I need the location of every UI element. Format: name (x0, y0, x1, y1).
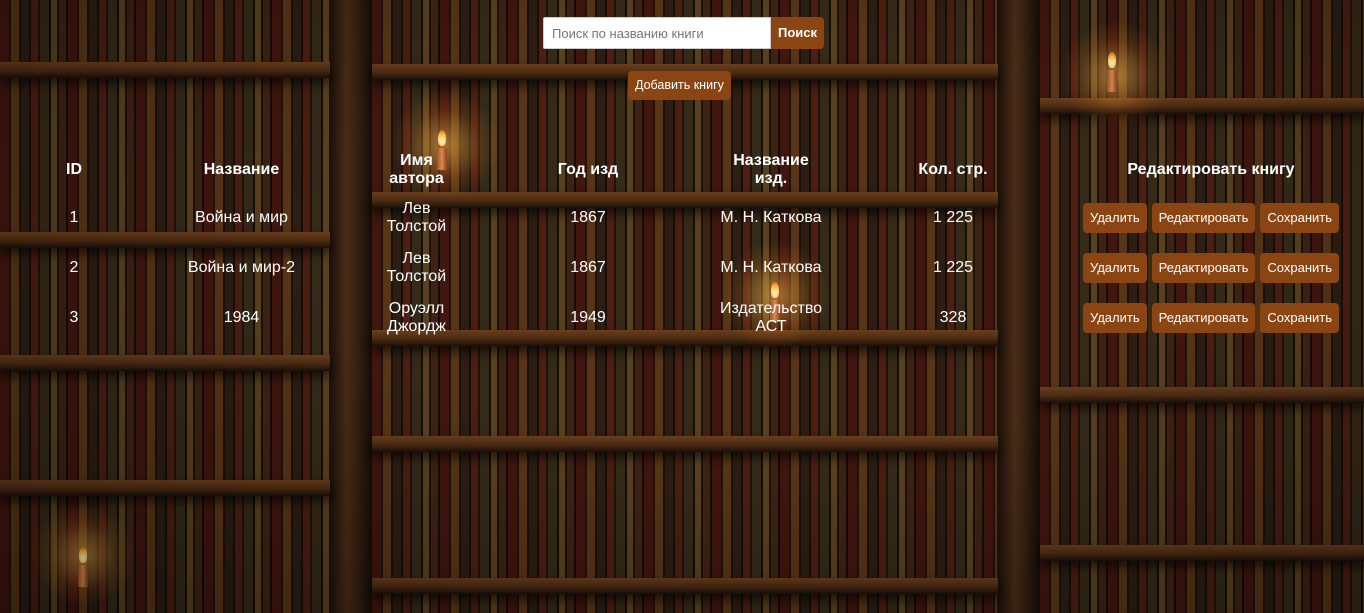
header-edit: Редактировать книгу (1127, 161, 1295, 178)
table-header-row: ID Название Имя автора Год изд Название … (40, 147, 1340, 193)
edit-button[interactable]: Редактировать (1151, 303, 1256, 333)
cell-year: 1867 (570, 259, 606, 276)
cell-year: 1949 (570, 309, 606, 326)
table-row: 3 1984 Оруэлл Джордж 1949 Издательство А… (40, 293, 1340, 343)
cell-author: Оруэлл Джордж (386, 300, 446, 335)
search-button[interactable]: Поиск (771, 17, 825, 49)
save-button[interactable]: Сохранить (1260, 203, 1340, 233)
cell-actions: Удалить Редактировать Сохранить (1082, 243, 1340, 293)
header-title: Название (203, 161, 280, 178)
edit-button[interactable]: Редактировать (1151, 253, 1256, 283)
cell-pages: 1 225 (932, 209, 974, 226)
header-id: ID (66, 161, 82, 178)
cell-author: Лев Толстой (386, 200, 447, 235)
cell-pages: 1 225 (932, 259, 974, 276)
table-row: 2 Война и мир-2 Лев Толстой 1867 М. Н. К… (40, 243, 1340, 293)
save-button[interactable]: Сохранить (1260, 303, 1340, 333)
cell-year: 1867 (570, 209, 606, 226)
cell-pages: 328 (939, 309, 967, 326)
cell-actions: Удалить Редактировать Сохранить (1082, 293, 1340, 343)
delete-button[interactable]: Удалить (1082, 253, 1147, 283)
books-table: ID Название Имя автора Год изд Название … (40, 147, 1340, 343)
edit-button[interactable]: Редактировать (1151, 203, 1256, 233)
add-book-button[interactable]: Добавить книгу (628, 71, 731, 100)
search-bar: Поиск (543, 17, 825, 49)
header-publisher: Название изд. (733, 152, 809, 187)
cell-title: Война и мир (195, 209, 288, 226)
header-author: Имя автора (389, 152, 444, 187)
header-pages: Кол. стр. (918, 161, 988, 178)
cell-title: 1984 (223, 309, 260, 326)
cell-id: 2 (69, 259, 79, 276)
cell-author: Лев Толстой (386, 250, 447, 285)
delete-button[interactable]: Удалить (1082, 203, 1147, 233)
cell-id: 1 (69, 209, 79, 226)
cell-publisher: Издательство АСТ (719, 300, 823, 335)
header-year: Год изд (557, 161, 619, 178)
cell-publisher: М. Н. Каткова (720, 209, 822, 226)
cell-title: Война и мир-2 (187, 259, 296, 276)
cell-publisher: М. Н. Каткова (720, 259, 822, 276)
save-button[interactable]: Сохранить (1260, 253, 1340, 283)
search-input[interactable] (543, 17, 771, 49)
delete-button[interactable]: Удалить (1082, 303, 1147, 333)
cell-actions: Удалить Редактировать Сохранить (1082, 193, 1340, 243)
cell-id: 3 (69, 309, 79, 326)
table-row: 1 Война и мир Лев Толстой 1867 М. Н. Кат… (40, 193, 1340, 243)
